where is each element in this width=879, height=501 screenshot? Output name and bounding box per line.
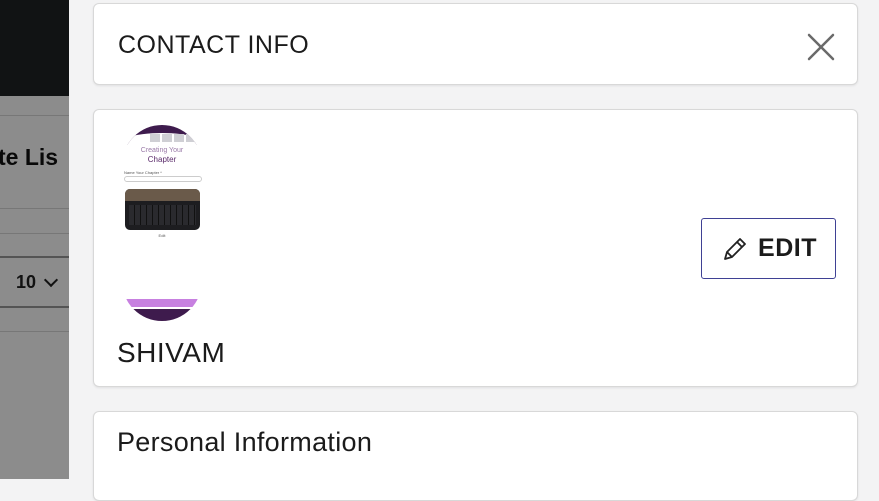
edit-button-label: EDIT: [758, 234, 817, 262]
avatar-thumbnail-heading: Creating Your: [140, 147, 184, 154]
pencil-icon: [724, 237, 746, 260]
profile-card: Creating Your Chapter Name Your Chapter …: [93, 109, 858, 387]
avatar-thumbnail-tabs: [150, 134, 196, 142]
avatar-thumbnail-button: [122, 299, 202, 307]
drawer-header: CONTACT INFO: [93, 3, 858, 85]
close-icon: [807, 33, 835, 61]
drawer-title: CONTACT INFO: [118, 31, 310, 59]
avatar: Creating Your Chapter Name Your Chapter …: [122, 125, 202, 321]
section-title: Personal Information: [117, 427, 373, 457]
edit-button[interactable]: EDIT: [701, 218, 836, 279]
personal-information-card: Personal Information: [93, 411, 858, 501]
avatar-thumbnail-photo: [125, 189, 200, 230]
close-button[interactable]: [804, 30, 838, 64]
avatar-thumbnail-input: [124, 176, 202, 182]
contact-info-drawer: CONTACT INFO Creating Your Chapter Name …: [69, 0, 879, 501]
avatar-thumbnail-subheading: Chapter: [147, 155, 177, 164]
avatar-thumbnail-footer: [122, 309, 202, 321]
avatar-thumbnail-label: Name Your Chapter *: [124, 170, 162, 175]
avatar-thumbnail-caption: Edit: [158, 233, 166, 238]
contact-name: SHIVAM: [117, 337, 226, 368]
